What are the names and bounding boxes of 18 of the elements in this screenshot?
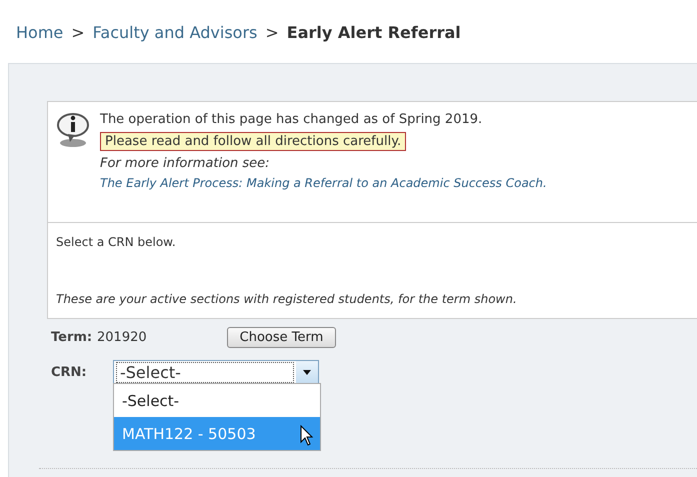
breadcrumb-link[interactable]: Faculty and Advisors [92, 22, 258, 42]
breadcrumb-link[interactable]: Home [16, 22, 64, 42]
breadcrumb-separator: > [71, 22, 85, 42]
breadcrumb-separator: > [265, 22, 279, 42]
instruction-note: These are your active sections with registered students, for the term shown. [56, 292, 518, 306]
info-icon [56, 112, 90, 148]
page-title: Early Alert Referral [286, 22, 461, 42]
caret-icon [296, 361, 318, 383]
crn-label: CRN: [51, 364, 88, 380]
choose-term-button[interactable]: Choose Term [226, 327, 336, 348]
term-value: 201920 [97, 330, 147, 345]
warning-text: Please read and follow all directions carefully. [100, 132, 406, 151]
info-text: For more information see: [100, 156, 271, 171]
notice-text: The operation of this page has changed as of Spring 2019. [100, 112, 484, 127]
instruction-text: Select a CRN below. [56, 235, 177, 249]
crn-dropdown[interactable]: -Select- [113, 360, 319, 384]
cursor-icon [300, 425, 314, 447]
process-link[interactable]: The Early Alert Process: Making a Referral to an Academic Success Coach. [100, 176, 547, 190]
